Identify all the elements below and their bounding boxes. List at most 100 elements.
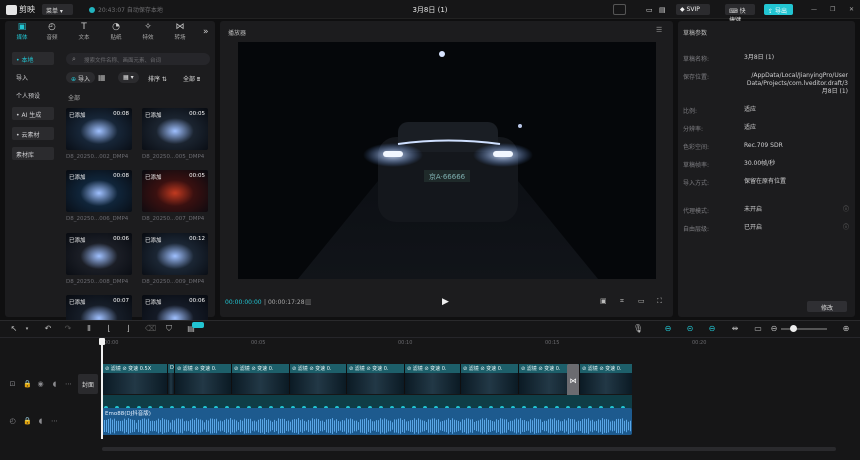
audio-more-icon[interactable]: ⋯ bbox=[51, 418, 58, 425]
undo-icon[interactable]: ↶ bbox=[44, 325, 52, 333]
timeline-grid-icon[interactable]: ▥ bbox=[305, 298, 312, 306]
ratio-icon[interactable]: ▭ bbox=[638, 297, 645, 305]
linkage-icon[interactable]: ⊖ bbox=[708, 325, 716, 333]
prop-label: 草稿名称: bbox=[683, 56, 710, 63]
tab-audio[interactable]: ◴ 音频 bbox=[38, 22, 66, 41]
shield-icon[interactable]: ⛉ bbox=[165, 325, 173, 333]
plus-icon: ⊕ bbox=[71, 76, 77, 83]
close-icon[interactable]: ✕ bbox=[845, 4, 858, 15]
video-segment[interactable]: ⊘ 滤镜 ⊘ 变速 0. bbox=[231, 364, 289, 394]
modify-button[interactable]: 修改 bbox=[807, 301, 847, 312]
current-time: 00:00:00:00 bbox=[225, 299, 262, 306]
delete-icon[interactable]: ⌫ bbox=[145, 325, 156, 333]
shortcut-button[interactable]: ⌨ 快捷键 bbox=[725, 4, 755, 24]
zoom-out-icon[interactable]: ⊖ bbox=[770, 325, 778, 333]
audio-mute-icon[interactable]: ◖ bbox=[51, 381, 58, 388]
sidebar-item-import[interactable]: 导入 bbox=[12, 70, 54, 83]
playhead[interactable] bbox=[101, 339, 103, 439]
video-segment[interactable]: ⊘ 滤镜 ⊘ 变速 0. bbox=[460, 364, 518, 394]
fullscreen-icon[interactable]: ⛶ bbox=[657, 297, 662, 306]
minimize-icon[interactable]: — bbox=[807, 4, 821, 15]
record-icon[interactable]: ▦ bbox=[98, 73, 106, 82]
video-segment[interactable]: ⊘ 滤镜 ⊘ 变速 0. bbox=[579, 364, 632, 394]
menu-button[interactable]: 菜单 ▾ bbox=[42, 4, 73, 15]
eye-icon[interactable]: ◉ bbox=[37, 381, 44, 388]
tab-media[interactable]: ▣ 媒体 bbox=[8, 22, 36, 41]
video-segment[interactable]: ⊘ 滤镜 ⊘ 变速 0. bbox=[174, 364, 231, 394]
tab-text[interactable]: T 文本 bbox=[70, 22, 98, 41]
quality-icon[interactable]: ▣ bbox=[600, 297, 607, 305]
main-track-magnet-icon[interactable]: ⊖ bbox=[664, 325, 672, 333]
tab-sticker[interactable]: ◔ 贴纸 bbox=[102, 22, 130, 41]
svip-button[interactable]: ◆ SVIP bbox=[676, 4, 710, 15]
media-clip[interactable]: 已添加 00:08 bbox=[66, 170, 132, 212]
split-left-icon[interactable]: ⌊ bbox=[105, 325, 113, 333]
lock-icon[interactable]: 🔒 bbox=[23, 381, 32, 388]
player-menu-icon[interactable]: ☰ bbox=[656, 26, 662, 34]
zoom-slider[interactable] bbox=[781, 328, 827, 330]
proxy-info-icon[interactable]: ⓘ bbox=[843, 204, 849, 213]
segment-label: ⊘ 滤镜 ⊘ 变速 0. bbox=[461, 364, 518, 373]
effects-icon: ✧ bbox=[144, 22, 152, 32]
preview-axis-icon[interactable]: ⇹ bbox=[731, 325, 739, 333]
mic-icon[interactable]: 🎙 bbox=[633, 325, 643, 333]
sidebar-item-ai[interactable]: • AI 生成 bbox=[12, 107, 54, 120]
prop-label: 代理模式: bbox=[683, 208, 710, 215]
segment-thumb bbox=[461, 373, 518, 394]
prop-label: 比例: bbox=[683, 108, 698, 115]
cover-button[interactable]: 封面 bbox=[78, 374, 98, 394]
search-input[interactable]: ⌕ 搜索文件名称、画面元素、台词 bbox=[66, 53, 210, 65]
layout-icon[interactable] bbox=[613, 4, 626, 15]
video-segment[interactable]: ⊘ 滤镜 ⊘ 变速 0. bbox=[404, 364, 460, 394]
audio-track-icon[interactable]: ◴ bbox=[9, 418, 16, 425]
prop-label: 色彩空间: bbox=[683, 144, 710, 151]
media-clip[interactable]: 已添加 00:12 bbox=[142, 233, 208, 275]
export-button[interactable]: ⇪ 导出 bbox=[764, 4, 793, 15]
crop-icon[interactable]: ⌗ bbox=[620, 297, 624, 306]
video-segment[interactable]: ⊘ 滤镜 ⊘ 变速 0. bbox=[346, 364, 404, 394]
media-clip[interactable]: 已添加 00:08 bbox=[66, 108, 132, 150]
clip-name: D8_20250...006_DMP4 bbox=[66, 216, 129, 222]
more-icon[interactable]: ⋯ bbox=[65, 381, 72, 388]
segment-label: ⊘ 滤镜 ⊘ 变速 0. bbox=[232, 364, 289, 373]
play-button[interactable]: ▶ bbox=[442, 297, 449, 307]
timeline-scrollbar[interactable] bbox=[102, 447, 836, 451]
track-icon[interactable]: ⊡ bbox=[9, 381, 16, 388]
sidebar-item-library[interactable]: 素材库 bbox=[12, 147, 54, 160]
select-tool-icon[interactable]: ↖ bbox=[10, 325, 18, 333]
maximize-icon[interactable]: ❐ bbox=[826, 4, 839, 15]
audio-clip[interactable]: Emo88(DJ抖音版) bbox=[102, 408, 632, 435]
playhead-handle[interactable] bbox=[99, 338, 105, 345]
sort-button[interactable]: 排序 ⇅ bbox=[143, 72, 172, 83]
video-segment[interactable]: D bbox=[167, 364, 174, 394]
more-tabs-icon[interactable]: » bbox=[203, 27, 209, 37]
prop-label: 导入方式: bbox=[683, 180, 710, 187]
redo-icon[interactable]: ↷ bbox=[64, 325, 72, 333]
tab-transition[interactable]: ⋈ 转场 bbox=[166, 22, 194, 41]
import-button[interactable]: ⊕ 导入 bbox=[66, 72, 95, 83]
fit-icon[interactable]: ▭ bbox=[754, 325, 762, 333]
auto-snap-icon[interactable]: ⊝ bbox=[686, 325, 694, 333]
split-right-icon[interactable]: ⌋ bbox=[124, 325, 132, 333]
split-icon[interactable]: Ⅱ bbox=[85, 325, 93, 333]
media-clip[interactable]: 已添加 00:06 bbox=[66, 233, 132, 275]
audio-lock-icon[interactable]: 🔒 bbox=[23, 418, 32, 425]
media-clip[interactable]: 已添加 00:05 bbox=[142, 170, 208, 212]
view-mode-button[interactable]: ▦ ▾ bbox=[118, 72, 139, 83]
video-segment[interactable]: ⊘ 滤镜 ⊘ 变速 0.5X bbox=[102, 364, 167, 394]
video-segment[interactable]: ⊘ 滤镜 ⊘ 变速 0. bbox=[289, 364, 346, 394]
panel-layout-icon[interactable]: ▤ bbox=[655, 4, 670, 15]
tab-effects[interactable]: ✧ 特效 bbox=[134, 22, 162, 41]
media-clip[interactable]: 已添加 00:05 bbox=[142, 108, 208, 150]
all-filter-button[interactable]: 全部 ⩩ bbox=[178, 72, 205, 83]
audio-waveform bbox=[102, 418, 631, 434]
zoom-slider-thumb[interactable] bbox=[790, 325, 797, 332]
select-dropdown-icon[interactable]: ▾ bbox=[23, 325, 31, 333]
layer-info-icon[interactable]: ⓘ bbox=[843, 222, 849, 231]
title-bar: 剪映 菜单 ▾ 20:43:07 自动保存本地 3月8日 (1) ▭ ▤ ◆ S… bbox=[0, 0, 860, 24]
zoom-in-icon[interactable]: ⊕ bbox=[842, 325, 850, 333]
audio-volume-icon[interactable]: ◖ bbox=[37, 418, 44, 425]
sidebar-item-presets[interactable]: 个人预设 bbox=[12, 88, 54, 101]
sidebar-item-cloud[interactable]: • 云素材 bbox=[12, 127, 54, 140]
sidebar-item-local[interactable]: • 本地 bbox=[12, 52, 54, 65]
